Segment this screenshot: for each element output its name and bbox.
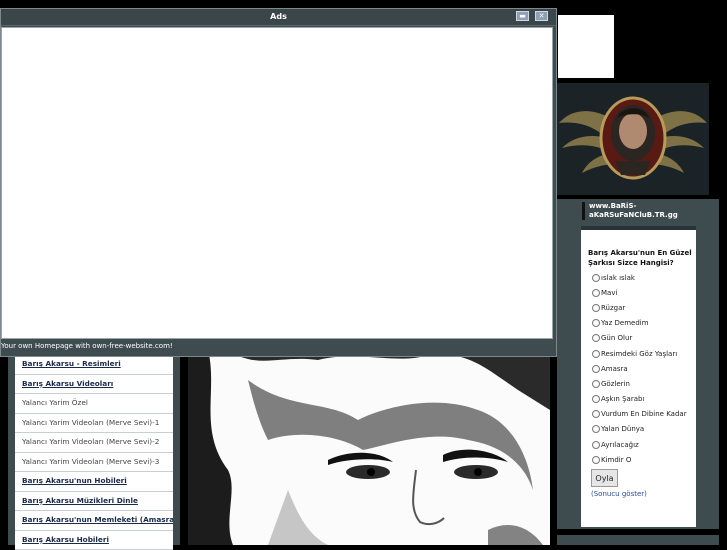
poll-option-label: Kimdir O: [601, 456, 631, 464]
poll-option-label: Rüzgar: [601, 304, 625, 312]
minimize-icon[interactable]: ▬: [516, 11, 529, 21]
radio-button[interactable]: [592, 304, 600, 312]
radio-button[interactable]: [592, 380, 600, 388]
ads-title: Ads: [1, 12, 556, 21]
poll-option[interactable]: Yaz Demedim: [592, 316, 696, 331]
poll-option-label: Yalan Dünya: [601, 425, 644, 433]
poll-option-label: ıslak ıslak: [601, 274, 635, 282]
radio-button[interactable]: [592, 456, 600, 464]
poll-option[interactable]: Mavi: [592, 285, 696, 300]
poll-option-label: Resimdeki Göz Yaşları: [601, 350, 677, 358]
radio-button[interactable]: [592, 289, 600, 297]
poll-option[interactable]: Resimdeki Göz Yaşları: [592, 346, 696, 361]
site-url-label: www.BaRiS-aKaRSuFaNCluB.TR.gg: [582, 202, 699, 220]
poll-option-label: Ayrılacağız: [601, 441, 639, 449]
header-image: [557, 83, 709, 195]
left-navigation: Barış Akarsu - ResimleriBarış Akarsu Vid…: [8, 350, 180, 545]
radio-button[interactable]: [592, 334, 600, 342]
nav-item[interactable]: Barış Akarsu Hobileri: [15, 531, 173, 550]
poll-option[interactable]: Kimdir O: [592, 452, 696, 467]
poll-option[interactable]: Ayrılacağız: [592, 437, 696, 452]
nav-item[interactable]: Barış Akarsu'nun Hobileri: [15, 472, 173, 492]
radio-button[interactable]: [592, 365, 600, 373]
radio-button[interactable]: [592, 395, 600, 403]
poll-option-label: Yaz Demedim: [601, 319, 649, 327]
poll-option-label: Amasra: [601, 365, 628, 373]
poll-option[interactable]: Yalan Dünya: [592, 422, 696, 437]
nav-item[interactable]: Barış Akarsu - Resimleri: [15, 355, 173, 375]
nav-item[interactable]: Barış Akarsu Videoları: [15, 375, 173, 395]
poll-option-label: Vurdum En Dibine Kadar: [601, 410, 687, 418]
nav-item[interactable]: Barış Akarsu Müzikleri Dinle: [15, 492, 173, 512]
radio-button[interactable]: [592, 350, 600, 358]
show-results-link[interactable]: (Sonucu göster): [591, 490, 647, 498]
portrait-sketch: [188, 350, 550, 545]
radio-button[interactable]: [592, 319, 600, 327]
nav-item[interactable]: Barış Akarsu'nun Memleketi (Amasra): [15, 511, 173, 531]
nav-item[interactable]: Yalancı Yarim Videoları (Merve Sevi)-3: [15, 453, 173, 473]
poll-options: ıslak ıslak Mavi Rüzgar Yaz Demedim Gün Olur…: [592, 270, 696, 467]
radio-button[interactable]: [592, 441, 600, 449]
poll-option-label: Gözlerin: [601, 380, 630, 388]
radio-button[interactable]: [592, 274, 600, 282]
poll-box: Barış Akarsu'nun En Güzel Şarkısı Sizce …: [581, 226, 696, 527]
poll-option[interactable]: Gözlerin: [592, 376, 696, 391]
poll-option[interactable]: Amasra: [592, 361, 696, 376]
nav-item[interactable]: Yalancı Yarim Videoları (Merve Sevi)-2: [15, 433, 173, 453]
right-sidebar-panel-lower: [557, 535, 719, 545]
ads-titlebar[interactable]: Ads ▬ ✕: [1, 9, 556, 26]
nav-list: Barış Akarsu - ResimleriBarış Akarsu Vid…: [15, 355, 173, 550]
poll-option-label: Gün Olur: [601, 334, 632, 342]
center-portrait-image: [188, 350, 550, 545]
poll-option[interactable]: ıslak ıslak: [592, 270, 696, 285]
ads-footer-link[interactable]: Your own Homepage with own-free-website.…: [1, 342, 173, 350]
poll-option[interactable]: Rüzgar: [592, 300, 696, 315]
nav-item[interactable]: Yalancı Yarim Videoları (Merve Sevi)-1: [15, 414, 173, 434]
poll-question: Barış Akarsu'nun En Güzel Şarkısı Sizce …: [588, 248, 694, 268]
poll-option[interactable]: Gün Olur: [592, 331, 696, 346]
ads-window: Ads ▬ ✕ Your own Homepage with own-free-…: [0, 8, 557, 357]
ads-content-area[interactable]: [1, 27, 553, 339]
poll-option-label: Mavi: [601, 289, 617, 297]
nav-item[interactable]: Yalancı Yarim Özel: [15, 394, 173, 414]
close-icon[interactable]: ✕: [535, 11, 548, 21]
vote-button[interactable]: Oyla: [591, 469, 618, 487]
poll-option[interactable]: Aşkın Şarabı: [592, 392, 696, 407]
winged-emblem-image: [557, 83, 709, 195]
poll-option-label: Aşkın Şarabı: [601, 395, 644, 403]
poll-option[interactable]: Vurdum En Dibine Kadar: [592, 407, 696, 422]
radio-button[interactable]: [592, 425, 600, 433]
radio-button[interactable]: [592, 410, 600, 418]
white-box: [558, 15, 614, 78]
